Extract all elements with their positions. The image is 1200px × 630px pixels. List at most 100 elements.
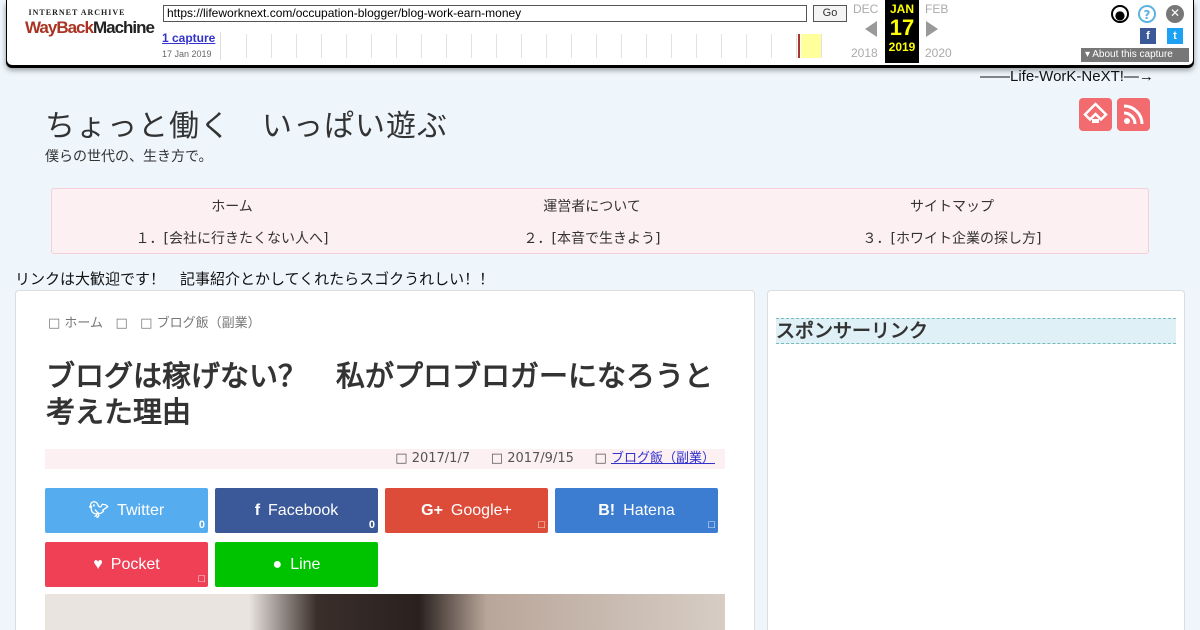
wayback-go-button[interactable]: Go (813, 5, 847, 22)
wayback-about-capture[interactable]: ▾ About this capture (1081, 48, 1189, 62)
wayback-cur-month: JAN (889, 2, 914, 16)
wayback-logo-wayback: WayBack (25, 18, 94, 37)
user-icon[interactable]: ● (1111, 5, 1129, 23)
post-meta: □ 2017/1/7 □ 2017/9/15 □ ブログ飯（副業） (45, 449, 725, 469)
share-facebook-label: Facebook (268, 502, 339, 519)
facebook-icon[interactable]: f (1140, 28, 1156, 44)
sponsor-link-heading: スポンサーリンク (776, 318, 1176, 344)
pocket-icon: ♥ (93, 556, 103, 573)
nav-item-category-3[interactable]: ３．[ホワイト企業の探し方] (772, 228, 1132, 248)
global-nav: ホーム 運営者について サイトマップ １．[会社に行きたくない人へ] ２．[本音… (51, 188, 1149, 254)
share-pocket-label: Pocket (110, 556, 160, 573)
sparkline-tick (371, 34, 372, 58)
wayback-logo[interactable]: INTERNET ARCHIVE WayBackMachine (25, 8, 155, 50)
google-plus-icon: G+ (421, 502, 443, 519)
nav-item-sitemap[interactable]: サイトマップ (772, 196, 1132, 216)
wayback-prev-month[interactable]: DEC (853, 2, 878, 16)
post-eyecatch-image (45, 594, 725, 630)
sparkline-tick (521, 34, 522, 58)
share-facebook-count: 0 (368, 519, 375, 531)
sparkline-tick (496, 34, 497, 58)
sparkline-tick (796, 34, 797, 58)
nav-item-category-2[interactable]: ２．[本音で生きよう] (412, 228, 772, 248)
refresh-icon: □ (490, 451, 504, 466)
rss-icon[interactable] (1117, 98, 1150, 131)
share-pocket-count-icon: □ (198, 573, 205, 585)
sparkline-tick (746, 34, 747, 58)
nav-item-category-1[interactable]: １．[会社に行きたくない人へ] (52, 228, 412, 248)
about-capture-label: About this capture (1092, 49, 1173, 60)
share-line-label: Line (290, 556, 321, 573)
sparkline-tick (571, 34, 572, 58)
sparkline-capture-mark[interactable] (798, 34, 800, 58)
sparkline-tick (271, 34, 272, 58)
wayback-prev-year[interactable]: 2018 (851, 46, 878, 60)
nav-item-home[interactable]: ホーム (52, 196, 412, 216)
post-date-updated: 2017/9/15 (503, 451, 574, 466)
help-icon[interactable]: ? (1138, 5, 1156, 23)
breadcrumb-home[interactable]: ホーム (60, 316, 103, 331)
share-hatena-button[interactable]: B! Hatena □ (555, 488, 718, 533)
folder-icon: □ (140, 316, 153, 331)
sparkline-tick (821, 34, 822, 58)
facebook-icon: f (254, 502, 261, 519)
share-facebook-button[interactable]: f Facebook 0 (215, 488, 378, 533)
close-icon[interactable]: ✕ (1166, 5, 1184, 23)
sparkline-tick (596, 34, 597, 58)
wayback-capture-date: 17 Jan 2019 (162, 49, 212, 59)
sparkline-tick (446, 34, 447, 58)
sparkline-current-year (801, 34, 821, 58)
share-line-button[interactable]: ● Line (215, 542, 378, 587)
breadcrumb-category[interactable]: ブログ飯（副業） (152, 316, 261, 331)
nav-item-about[interactable]: 運営者について (412, 196, 772, 216)
sparkline-tick (771, 34, 772, 58)
share-hatena-label: Hatena (623, 502, 675, 519)
wayback-next-month[interactable]: FEB (925, 2, 948, 16)
sparkline-tick (696, 34, 697, 58)
wayback-logo-machine: Machine (92, 18, 155, 37)
wayback-next-arrow-icon[interactable] (926, 21, 938, 37)
folder-icon: □ (594, 451, 607, 466)
site-description: 僕らの世代の、生き方で。 (45, 149, 213, 165)
share-twitter-button[interactable]: 🐦︎ Twitter 0 (45, 488, 208, 533)
main-content: □ ホーム □ □ ブログ飯（副業） ブログは稼げない？ 私がプロブロガーになろ… (15, 290, 755, 630)
post-category-link[interactable]: ブログ飯（副業） (611, 451, 715, 466)
feedly-icon[interactable] (1079, 98, 1112, 131)
line-icon: ● (272, 556, 283, 573)
sparkline-tick (296, 34, 297, 58)
twitter-icon[interactable]: t (1167, 28, 1183, 44)
share-twitter-count: 0 (198, 519, 205, 531)
sparkline-tick (421, 34, 422, 58)
post-date-published: 2017/1/7 (407, 451, 471, 466)
wayback-url-input[interactable]: https://lifeworknext.com/occupation-blog… (163, 5, 807, 22)
sparkline-tick (671, 34, 672, 58)
wayback-current-date: JAN 17 2019 (885, 0, 919, 63)
sidebar: スポンサーリンク (767, 290, 1185, 630)
site-title[interactable]: ちょっと働く いっぱい遊ぶ (45, 101, 448, 145)
home-icon: □ (48, 316, 61, 331)
site-tagline-top: ——Life-WorK-NeXT!—→ (980, 68, 1154, 85)
hatena-icon: B! (598, 502, 616, 519)
sparkline-tick (646, 34, 647, 58)
share-google-label: Google+ (450, 502, 512, 519)
sparkline-tick (246, 34, 247, 58)
clock-icon: □ (395, 451, 408, 466)
wayback-cur-day: 17 (889, 15, 915, 40)
wayback-logo-line1: INTERNET ARCHIVE (28, 8, 126, 17)
share-pocket-button[interactable]: ♥ Pocket □ (45, 542, 208, 587)
wayback-next-year[interactable]: 2020 (925, 46, 952, 60)
wayback-sparkline[interactable] (220, 32, 847, 60)
breadcrumb-separator-icon: □ (115, 316, 128, 331)
wayback-prev-arrow-icon[interactable] (865, 21, 877, 37)
sparkline-tick (546, 34, 547, 58)
post-title: ブログは稼げない？ 私がプロブロガーになろうと考えた理由 (46, 359, 714, 429)
share-google-button[interactable]: G+ Google+ □ (385, 488, 548, 533)
wayback-captures-link[interactable]: 1 capture (162, 31, 215, 45)
share-hatena-count-icon: □ (708, 519, 715, 531)
sparkline-tick (321, 34, 322, 58)
wayback-logo-wordmark: WayBackMachine (25, 18, 155, 38)
breadcrumb: □ ホーム □ □ ブログ飯（副業） (48, 312, 261, 331)
sparkline-tick (396, 34, 397, 58)
share-twitter-label: Twitter (117, 502, 165, 519)
sparkline-tick (471, 34, 472, 58)
